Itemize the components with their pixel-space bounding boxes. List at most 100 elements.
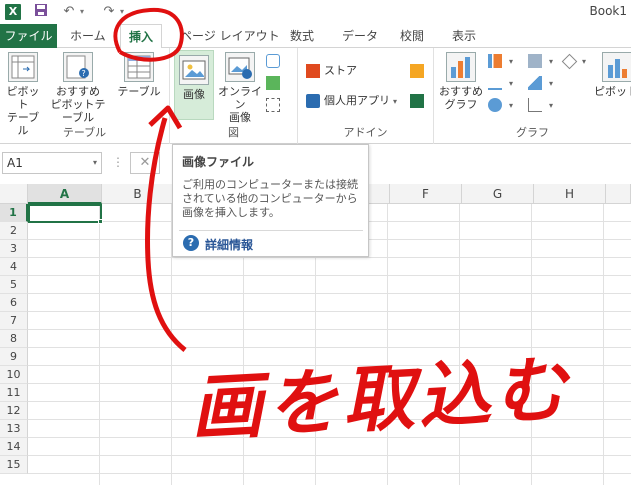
- tooltip-body: ご利用のコンピューターまたは接続されている他のコンピューターから画像を挿入します…: [182, 178, 358, 219]
- row-header-8[interactable]: 8: [0, 330, 28, 348]
- annotation-text: 画を取込む: [188, 346, 573, 451]
- row-header-12[interactable]: 12: [0, 402, 28, 420]
- tab-view[interactable]: 表示: [452, 24, 476, 48]
- online-picture-label-1: オンライン: [218, 85, 262, 111]
- illustrations-group: 画像 オンライン 画像 図: [170, 48, 298, 144]
- redo-icon[interactable]: ↷: [100, 3, 118, 21]
- column-header-h[interactable]: H: [534, 184, 606, 204]
- column-header-f[interactable]: F: [390, 184, 462, 204]
- recommended-pivot-icon: ?: [63, 52, 93, 82]
- radar-chart-button[interactable]: ▾: [561, 52, 586, 70]
- power-view-button[interactable]: [410, 92, 428, 110]
- tab-home[interactable]: ホーム: [70, 24, 106, 48]
- area-chart-dropdown-icon: ▾: [549, 79, 554, 88]
- online-picture-button[interactable]: オンライン 画像: [218, 52, 262, 124]
- pivot-table-label-1: ピボット: [6, 85, 40, 111]
- tab-review[interactable]: 校閲: [400, 24, 424, 48]
- redo-dropdown-icon[interactable]: ▾: [120, 3, 124, 21]
- row-header-10[interactable]: 10: [0, 366, 28, 384]
- tooltip-more-info-link[interactable]: 詳細情報: [205, 236, 253, 253]
- row-header-13[interactable]: 13: [0, 420, 28, 438]
- recommended-charts-button[interactable]: おすすめ グラフ: [438, 52, 484, 111]
- save-icon[interactable]: [32, 3, 50, 21]
- my-apps-button[interactable]: 個人用アプリ ▾: [306, 92, 397, 110]
- bar-chart-icon: [528, 54, 542, 68]
- pivot-chart-button[interactable]: ピボットグラ: [594, 52, 631, 98]
- name-box[interactable]: A1 ▾: [2, 152, 102, 174]
- cancel-entry-button[interactable]: ✕: [130, 152, 160, 174]
- radar-chart-icon: [561, 53, 578, 69]
- column-header-i[interactable]: [606, 184, 631, 204]
- tab-page-layout[interactable]: ページ レイアウト: [180, 24, 280, 48]
- row-header-4[interactable]: 4: [0, 258, 28, 276]
- store-button[interactable]: ストア: [306, 62, 357, 80]
- bar-chart-button[interactable]: ▾: [528, 52, 553, 70]
- table-group: ピボット テーブル ? おすすめ ピボットテーブル テーブル テーブル: [0, 48, 170, 144]
- recommended-charts-label-2: グラフ: [444, 98, 478, 111]
- bing-button[interactable]: [410, 62, 428, 80]
- recommended-charts-icon: [446, 52, 476, 82]
- row-header-3[interactable]: 3: [0, 240, 28, 258]
- title-bar: X ↶ ▾ ↷ ▾ Book1: [0, 0, 631, 24]
- online-picture-icon: [225, 52, 255, 82]
- recommended-pivot-button[interactable]: ? おすすめ ピボットテーブル: [46, 52, 110, 124]
- ribbon-tabs: ファイル ホーム 挿入 ページ レイアウト 数式 データ 校閲 表示: [0, 24, 631, 49]
- line-chart-icon: [488, 76, 502, 90]
- fill-handle[interactable]: [98, 219, 103, 224]
- column-header-a[interactable]: A: [28, 184, 102, 204]
- row-header-6[interactable]: 6: [0, 294, 28, 312]
- addins-group-label: アドイン: [343, 126, 388, 139]
- column-chart-icon: [488, 54, 502, 68]
- column-header-g[interactable]: G: [462, 184, 534, 204]
- line-chart-dropdown-icon: ▾: [509, 79, 514, 88]
- pivot-table-icon: [8, 52, 38, 82]
- screenshot-button[interactable]: [266, 96, 284, 114]
- smartart-icon: [266, 76, 280, 90]
- my-apps-label: 個人用アプリ: [324, 94, 390, 107]
- picture-button[interactable]: 画像: [174, 50, 214, 120]
- tab-insert[interactable]: 挿入: [120, 24, 163, 49]
- name-box-dropdown-icon[interactable]: ▾: [93, 153, 97, 173]
- table-label: テーブル: [117, 85, 161, 98]
- row-header-15[interactable]: 15: [0, 456, 28, 474]
- area-chart-button[interactable]: ▾: [528, 74, 553, 92]
- recommended-charts-label-1: おすすめ: [439, 85, 483, 98]
- scatter-chart-dropdown-icon: ▾: [549, 101, 554, 110]
- tooltip-title: 画像ファイル: [182, 155, 255, 169]
- active-cell-a1[interactable]: [28, 204, 102, 223]
- window-title: Book1: [589, 4, 628, 18]
- addins-group: ストア 個人用アプリ ▾ アドイン: [298, 48, 434, 144]
- store-label: ストア: [324, 64, 357, 77]
- power-view-icon: [410, 94, 424, 108]
- pie-chart-icon: [488, 98, 502, 112]
- column-header-b[interactable]: B: [102, 184, 174, 204]
- table-group-label: テーブル: [62, 126, 107, 139]
- scatter-chart-button[interactable]: ▾: [528, 96, 553, 114]
- my-apps-icon: [306, 94, 320, 108]
- tab-file[interactable]: ファイル: [0, 24, 57, 48]
- row-header-9[interactable]: 9: [0, 348, 28, 366]
- select-all-button[interactable]: [0, 184, 28, 204]
- smartart-button[interactable]: [266, 74, 284, 92]
- row-header-1[interactable]: 1: [0, 204, 28, 222]
- tab-formulas[interactable]: 数式: [290, 24, 314, 48]
- pie-chart-button[interactable]: ▾: [488, 96, 513, 114]
- table-button[interactable]: テーブル: [116, 52, 162, 98]
- row-header-5[interactable]: 5: [0, 276, 28, 294]
- undo-icon[interactable]: ↶: [60, 3, 78, 21]
- column-chart-button[interactable]: ▾: [488, 52, 513, 70]
- svg-text:?: ?: [82, 69, 86, 78]
- charts-group: おすすめ グラフ ▾ ▾ ▾ ▾ ▾ ▾ ▾ ピボットグラ グラフ: [434, 48, 631, 144]
- undo-dropdown-icon[interactable]: ▾: [80, 3, 84, 21]
- shapes-button[interactable]: [266, 52, 284, 70]
- row-header-11[interactable]: 11: [0, 384, 28, 402]
- picture-tooltip: 画像ファイル ご利用のコンピューターまたは接続されている他のコンピューターから画…: [172, 144, 369, 257]
- line-chart-button[interactable]: ▾: [488, 74, 513, 92]
- row-header-2[interactable]: 2: [0, 222, 28, 240]
- bar-chart-dropdown-icon: ▾: [549, 57, 554, 66]
- row-header-7[interactable]: 7: [0, 312, 28, 330]
- tab-data[interactable]: データ: [342, 24, 378, 48]
- help-icon[interactable]: ?: [183, 235, 199, 251]
- row-header-14[interactable]: 14: [0, 438, 28, 456]
- name-box-value: A1: [7, 156, 23, 170]
